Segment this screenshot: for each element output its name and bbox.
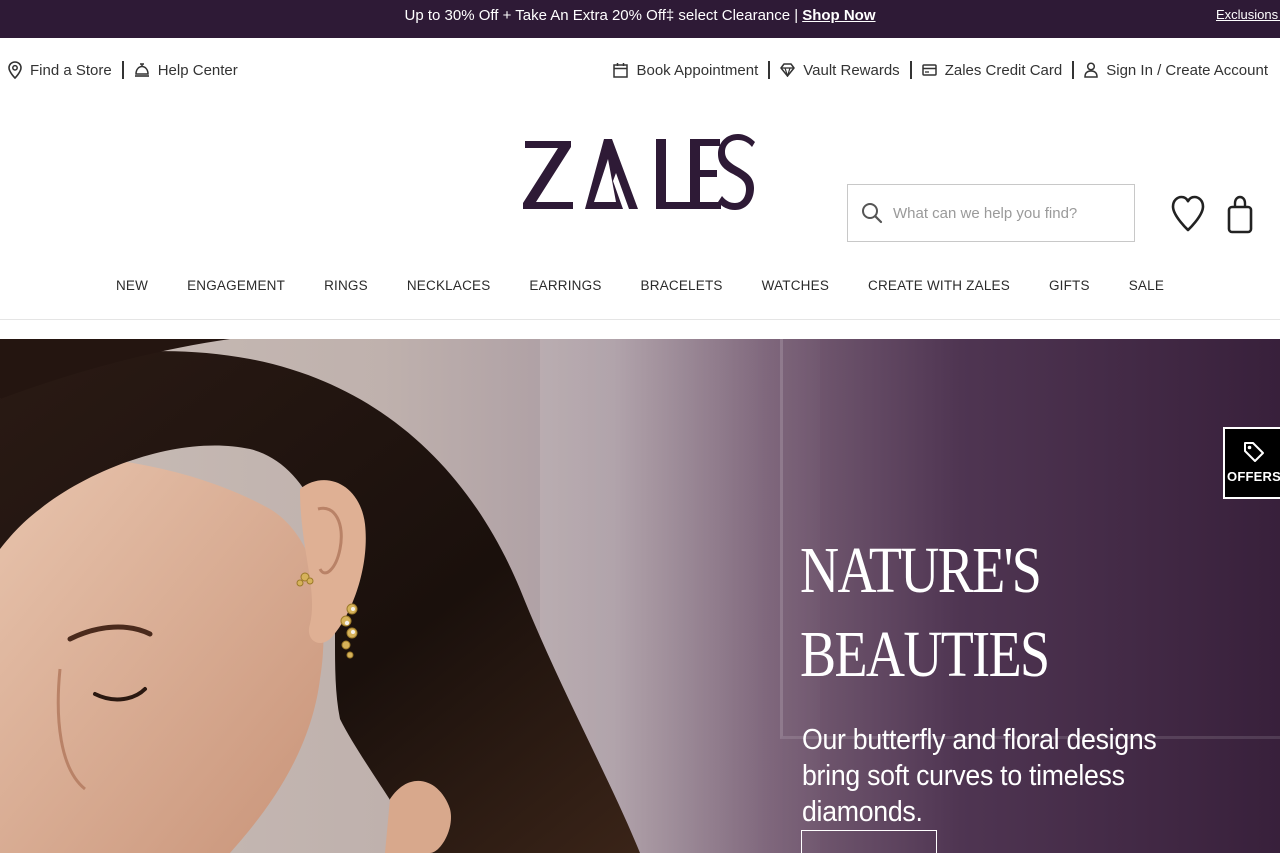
book-appointment-link[interactable]: Book Appointment bbox=[613, 62, 758, 79]
offers-tab[interactable]: OFFERS bbox=[1223, 427, 1280, 499]
exclusions-link[interactable]: Exclusions A bbox=[1216, 0, 1280, 30]
search-input[interactable] bbox=[893, 204, 1113, 222]
promo-message: Up to 30% Off + Take An Extra 20% Off‡ s… bbox=[0, 0, 1280, 38]
help-center-link[interactable]: Help Center bbox=[134, 62, 238, 79]
hero-title-line-2: BEAUTIES bbox=[800, 618, 1050, 691]
promo-banner: Up to 30% Off + Take An Extra 20% Off‡ s… bbox=[0, 0, 1280, 38]
nav-item-bracelets[interactable]: BRACELETS bbox=[641, 276, 723, 295]
divider bbox=[909, 61, 912, 79]
hero-model-photo bbox=[0, 339, 640, 853]
credit-card-link[interactable]: Zales Credit Card bbox=[921, 61, 1063, 79]
search-box[interactable] bbox=[847, 184, 1135, 242]
nav-item-create-with-zales[interactable]: CREATE WITH ZALES bbox=[868, 276, 1010, 295]
tag-icon bbox=[1225, 441, 1280, 463]
nav-item-sale[interactable]: SALE bbox=[1129, 276, 1164, 295]
shop-now-link[interactable]: Shop Now bbox=[802, 7, 875, 24]
sign-in-label: Sign In / Create Account bbox=[1106, 61, 1268, 79]
diamond-icon bbox=[780, 63, 795, 77]
nav-item-new[interactable]: NEW bbox=[116, 276, 148, 295]
search-icon[interactable] bbox=[861, 202, 883, 224]
promo-text: Up to 30% Off + Take An Extra 20% Off‡ s… bbox=[404, 7, 799, 24]
nav-item-earrings[interactable]: EARRINGS bbox=[529, 276, 601, 295]
hero-cta-button[interactable] bbox=[801, 830, 937, 853]
hero-title: NATURE'S BEAUTIES bbox=[800, 529, 1050, 697]
divider bbox=[768, 61, 771, 79]
vault-rewards-link[interactable]: Vault Rewards bbox=[780, 61, 900, 79]
offers-label: OFFERS bbox=[1227, 469, 1280, 484]
credit-card-icon bbox=[921, 64, 937, 76]
find-store-label: Find a Store bbox=[30, 61, 112, 79]
hero-banner[interactable]: NATURE'S BEAUTIES Our butterfly and flor… bbox=[0, 339, 1280, 853]
sign-in-link[interactable]: Sign In / Create Account bbox=[1084, 62, 1268, 79]
nav-item-rings[interactable]: RINGS bbox=[324, 276, 368, 295]
divider bbox=[1072, 61, 1075, 79]
service-bell-icon bbox=[134, 62, 150, 78]
vault-rewards-label: Vault Rewards bbox=[803, 61, 900, 79]
nav-divider bbox=[0, 319, 1280, 320]
divider bbox=[121, 61, 124, 79]
shopping-bag-icon[interactable] bbox=[1226, 194, 1254, 236]
utility-nav-left: Find a Store Help Center bbox=[8, 56, 238, 84]
nav-item-watches[interactable]: WATCHES bbox=[762, 276, 829, 295]
zales-logo[interactable] bbox=[520, 133, 760, 213]
main-nav: NEW ENGAGEMENT RINGS NECKLACES EARRINGS … bbox=[0, 276, 1280, 295]
heart-icon[interactable] bbox=[1170, 194, 1206, 234]
find-store-link[interactable]: Find a Store bbox=[8, 61, 112, 79]
calendar-icon bbox=[613, 62, 629, 78]
nav-item-necklaces[interactable]: NECKLACES bbox=[407, 276, 491, 295]
nav-item-engagement[interactable]: ENGAGEMENT bbox=[187, 276, 285, 295]
book-appointment-label: Book Appointment bbox=[636, 61, 759, 79]
hero-title-line-1: NATURE'S bbox=[800, 534, 1042, 607]
nav-item-gifts[interactable]: GIFTS bbox=[1049, 276, 1090, 295]
map-pin-icon bbox=[8, 61, 22, 79]
help-center-label: Help Center bbox=[157, 61, 238, 79]
utility-nav-right: Book Appointment Vault Rewards Zales Cre… bbox=[613, 56, 1268, 84]
user-icon bbox=[1084, 62, 1098, 78]
credit-card-label: Zales Credit Card bbox=[944, 61, 1063, 79]
hero-subtitle: Our butterfly and floral designs bring s… bbox=[802, 724, 1157, 828]
